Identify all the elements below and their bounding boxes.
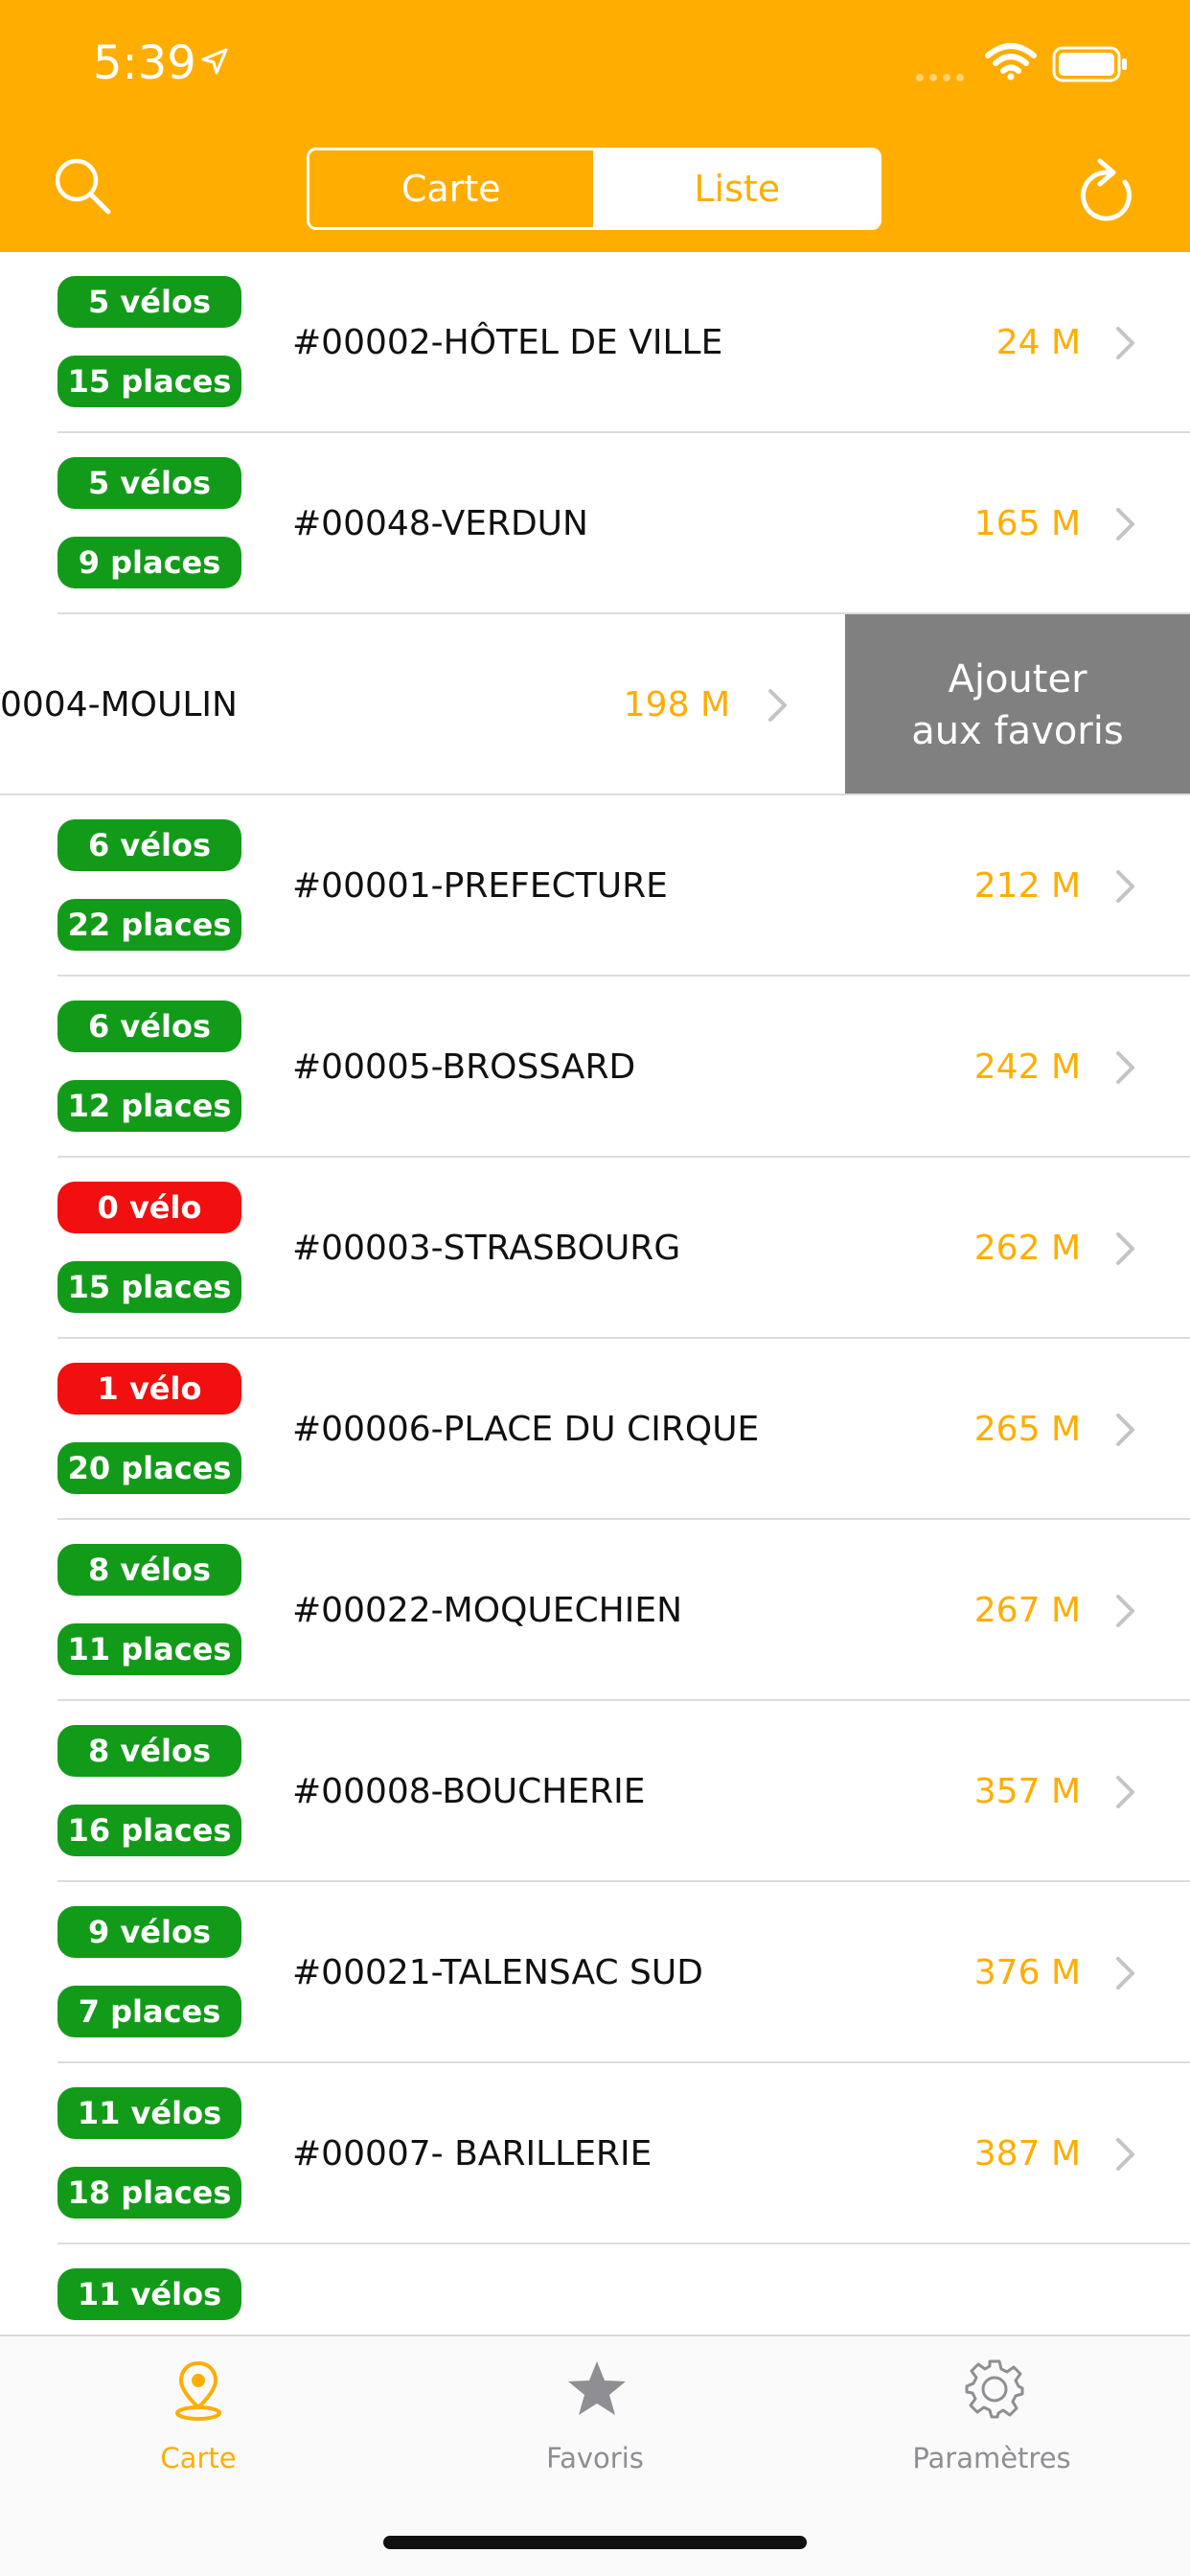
station-name: #00002-HÔTEL DE VILLE (292, 323, 723, 362)
wifi-icon (985, 43, 1037, 80)
station-distance: 376 M (973, 1953, 1081, 1992)
bikes-badge: 5 vélos (57, 457, 241, 509)
location-arrow-icon (201, 48, 228, 75)
station-name: #00008-BOUCHERIE (292, 1772, 646, 1811)
tab-parametres[interactable]: Paramètres (793, 2336, 1190, 2509)
station-distance: 265 M (973, 1410, 1081, 1449)
places-badge: 9 places (57, 537, 241, 588)
bikes-badge: 8 vélos (57, 1725, 241, 1777)
station-name: #00022-MOQUECHIEN (292, 1591, 683, 1630)
station-row[interactable]: 8 vélos 16 places #00008-BOUCHERIE 357 M (0, 1701, 1190, 1882)
places-badge: 7 places (57, 1986, 241, 2037)
map-pin-icon (175, 2360, 221, 2421)
station-row[interactable]: 9 vélos 7 places #00021-TALENSAC SUD 376… (0, 1882, 1190, 2063)
station-row[interactable]: 5 vélos 15 places #00002-HÔTEL DE VILLE … (0, 252, 1190, 433)
station-distance: 212 M (973, 866, 1081, 906)
station-row[interactable]: 8 vélos 11 places #00022-MOQUECHIEN 267 … (0, 1520, 1190, 1701)
station-distance: 24 M (995, 323, 1081, 362)
bikes-badge: 5 vélos (57, 276, 241, 328)
bikes-badge: 8 vélos (57, 1544, 241, 1596)
station-row[interactable]: 5 vélos 9 places #00048-VERDUN 165 M (0, 433, 1190, 614)
station-name: #00007- BARILLERIE (292, 2134, 652, 2174)
chevron-right-icon (1116, 1232, 1134, 1265)
chevron-right-icon (1116, 2138, 1134, 2171)
places-badge: 22 places (57, 899, 241, 951)
bikes-badge: 0 vélo (57, 1182, 241, 1233)
bikes-badge: 9 vélos (57, 1906, 241, 1958)
station-row[interactable]: 6 vélos 12 places #00005-BROSSARD 242 M (0, 977, 1190, 1158)
search-icon[interactable] (54, 157, 113, 217)
bikes-badge: 1 vélo (57, 1363, 241, 1414)
bikes-badge: 11 vélos (57, 2087, 241, 2139)
bikes-badge: 6 vélos (57, 819, 241, 871)
station-row[interactable]: 11 vélos 18 places #00007- BARILLERIE 38… (0, 2063, 1190, 2244)
home-indicator (383, 2536, 807, 2549)
tab-favoris[interactable]: Favoris (397, 2336, 793, 2509)
bikes-badge: 6 vélos (57, 1000, 241, 1052)
chevron-right-icon (1116, 1414, 1134, 1446)
station-name: #00048-VERDUN (292, 504, 588, 543)
status-time: 5:39 (93, 36, 196, 90)
bikes-badge: 11 vélos (57, 2268, 241, 2320)
chevron-right-icon (1116, 1595, 1134, 1627)
station-row[interactable]: 1 vélo 20 places #00006-PLACE DU CIRQUE … (0, 1339, 1190, 1520)
chevron-right-icon (1116, 327, 1134, 359)
chevron-right-icon (768, 689, 787, 722)
station-distance: 242 M (973, 1047, 1081, 1087)
station-name: #00005-BROSSARD (292, 1047, 636, 1087)
station-distance: 357 M (973, 1772, 1081, 1811)
chevron-right-icon (1116, 1957, 1134, 1990)
swipe-action-line-1: Ajouter (948, 656, 1087, 702)
places-badge: 18 places (57, 2167, 241, 2219)
battery-icon (1052, 46, 1127, 82)
tab-label: Paramètres (912, 2442, 1071, 2474)
station-list: 5 vélos 15 places #00002-HÔTEL DE VILLE … (0, 252, 1190, 2426)
navigation-header: 5:39 Carte Liste (0, 0, 1190, 252)
station-row[interactable]: 0 vélo 15 places #00003-STRASBOURG 262 M (0, 1158, 1190, 1339)
station-name: #00001-PREFECTURE (292, 866, 668, 906)
places-badge: 15 places (57, 356, 241, 407)
chevron-right-icon (1116, 1051, 1134, 1084)
chevron-right-icon (1116, 870, 1134, 903)
star-icon (568, 2361, 626, 2415)
view-segmented-control: Carte Liste (307, 148, 881, 230)
station-row-swiped[interactable]: 0004-MOULIN 198 M Ajouter aux favoris (0, 614, 1190, 795)
station-name: #00021-TALENSAC SUD (292, 1953, 703, 1992)
cellular-signal-icon (916, 74, 964, 81)
station-distance: 262 M (973, 1229, 1081, 1268)
places-badge: 15 places (57, 1261, 241, 1313)
places-badge: 20 places (57, 1442, 241, 1494)
segment-liste[interactable]: Liste (595, 150, 879, 227)
refresh-icon[interactable] (1075, 155, 1138, 222)
places-badge: 12 places (57, 1080, 241, 1132)
places-badge: 11 places (57, 1623, 241, 1675)
station-name: #00006-PLACE DU CIRQUE (292, 1410, 760, 1449)
station-distance: 267 M (973, 1591, 1081, 1630)
gear-icon (965, 2359, 1024, 2419)
swipe-action-line-2: aux favoris (911, 708, 1124, 753)
places-badge: 16 places (57, 1805, 241, 1856)
segment-carte[interactable]: Carte (309, 150, 596, 227)
tab-carte[interactable]: Carte (0, 2336, 397, 2509)
station-distance: 165 M (973, 504, 1081, 543)
chevron-right-icon (1116, 1776, 1134, 1808)
station-distance: 387 M (973, 2134, 1081, 2174)
chevron-right-icon (1116, 508, 1134, 540)
station-name: 0004-MOULIN (0, 685, 238, 724)
tab-label: Carte (160, 2442, 237, 2474)
station-name: #00003-STRASBOURG (292, 1229, 681, 1268)
add-to-favorites-button[interactable]: Ajouter aux favoris (845, 614, 1190, 795)
station-distance: 198 M (623, 685, 730, 724)
tab-label: Favoris (546, 2442, 644, 2474)
station-row[interactable]: 6 vélos 22 places #00001-PREFECTURE 212 … (0, 795, 1190, 977)
